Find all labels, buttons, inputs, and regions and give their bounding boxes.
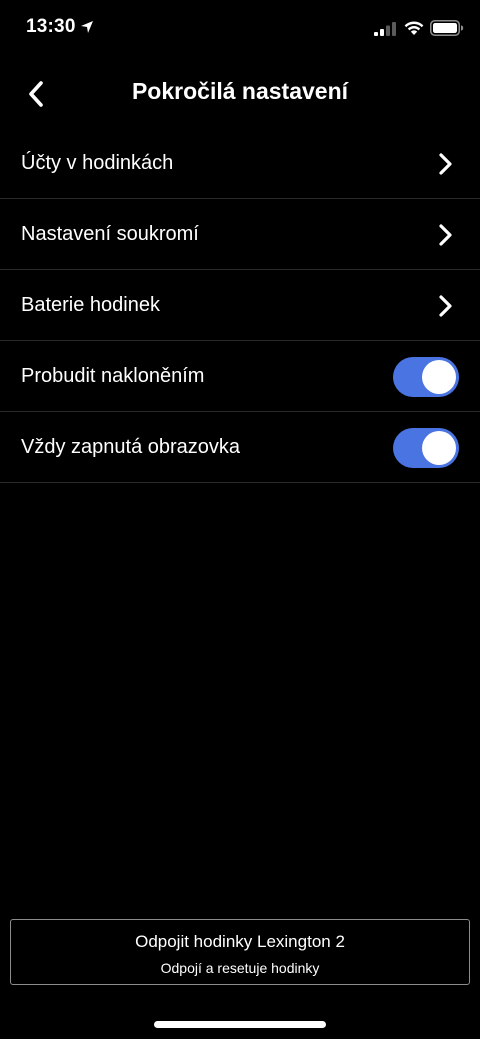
settings-item-label: Probudit nakloněním bbox=[21, 365, 205, 387]
battery-icon bbox=[430, 20, 464, 36]
settings-list: Účty v hodinkách Nastavení soukromí Bate… bbox=[0, 128, 480, 483]
signal-icon bbox=[374, 22, 396, 36]
toggle-knob bbox=[422, 360, 456, 394]
disconnect-watch-button[interactable]: Odpojit hodinky Lexington 2 Odpojí a res… bbox=[10, 919, 470, 985]
settings-item-watch-battery[interactable]: Baterie hodinek bbox=[0, 270, 480, 341]
raise-to-wake-toggle[interactable] bbox=[393, 357, 459, 397]
settings-item-raise-to-wake: Probudit nakloněním bbox=[0, 341, 480, 412]
settings-item-watch-accounts[interactable]: Účty v hodinkách bbox=[0, 128, 480, 199]
settings-item-label: Vždy zapnutá obrazovka bbox=[21, 436, 241, 458]
wifi-icon bbox=[404, 21, 424, 35]
chevron-right-icon bbox=[439, 224, 452, 246]
settings-item-privacy[interactable]: Nastavení soukromí bbox=[0, 199, 480, 270]
header: Pokročilá nastavení bbox=[0, 62, 480, 124]
settings-item-always-on-display: Vždy zapnutá obrazovka bbox=[0, 412, 480, 483]
disconnect-subtitle: Odpojí a resetuje hodinky bbox=[160, 960, 320, 976]
settings-item-label: Účty v hodinkách bbox=[21, 152, 174, 174]
toggle-knob bbox=[422, 431, 456, 465]
settings-item-label: Baterie hodinek bbox=[21, 294, 160, 316]
disconnect-title: Odpojit hodinky Lexington 2 bbox=[135, 932, 345, 951]
settings-item-label: Nastavení soukromí bbox=[21, 223, 199, 245]
page-title: Pokročilá nastavení bbox=[131, 78, 349, 104]
chevron-right-icon bbox=[439, 295, 452, 317]
status-time: 13:30 bbox=[26, 16, 76, 37]
chevron-right-icon bbox=[439, 153, 452, 175]
always-on-display-toggle[interactable] bbox=[393, 428, 459, 468]
home-indicator bbox=[154, 1021, 326, 1028]
location-arrow-icon bbox=[81, 21, 93, 33]
status-bar: 13:30 bbox=[0, 0, 480, 60]
